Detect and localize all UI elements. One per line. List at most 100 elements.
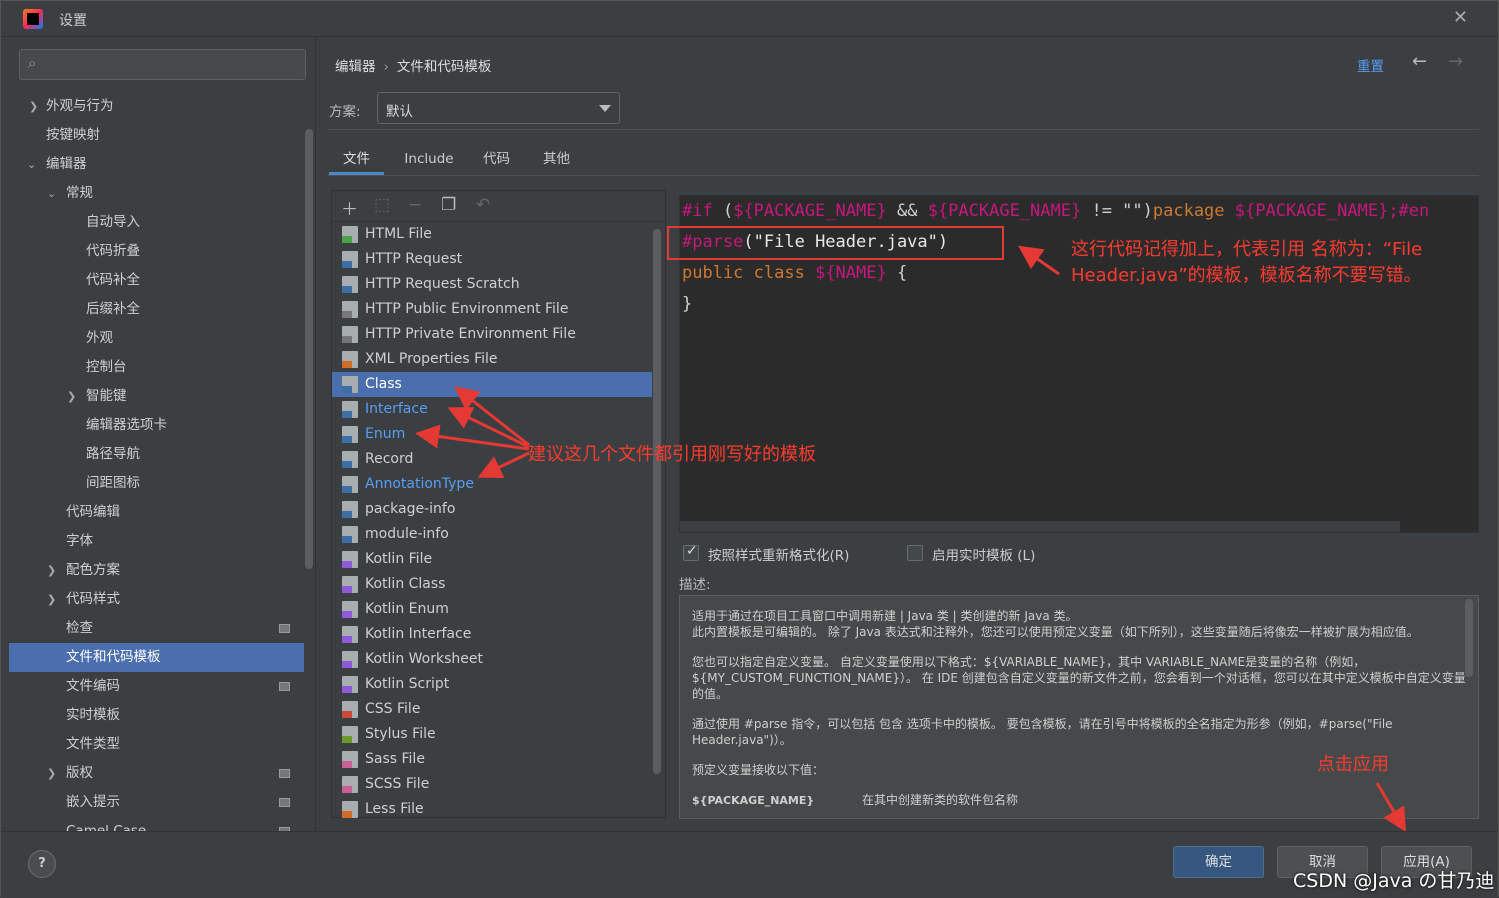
list-item[interactable]: SCSS File	[332, 772, 652, 797]
list-item[interactable]: CSS File	[332, 697, 652, 722]
tree-item-gutter-icons[interactable]: 间距图标	[9, 469, 304, 498]
tree-item-copyright[interactable]: ❯ 版权	[9, 759, 304, 788]
less-file-icon	[342, 801, 358, 818]
list-scrollbar[interactable]	[653, 229, 661, 774]
description-text: 此内置模板是可编辑的。 除了 Java 表达式和注释外，您还可以使用预定义变量（…	[692, 625, 1419, 639]
list-item[interactable]: Less File	[332, 797, 652, 822]
tree-item-editor[interactable]: ⌄ 编辑器	[9, 150, 304, 179]
list-item[interactable]: HTTP Private Environment File	[332, 322, 652, 347]
list-item-label: Enum	[365, 426, 406, 442]
tree-item-auto-import[interactable]: 自动导入	[9, 208, 304, 237]
tree-item-file-templates[interactable]: 文件和代码模板	[9, 643, 304, 672]
description-text: 您也可以指定自定义变量。 自定义变量使用以下格式：${VARIABLE_NAME…	[692, 655, 1466, 701]
live-templates-checkbox[interactable]	[907, 545, 923, 561]
scheme-select[interactable]: 默认	[377, 92, 620, 124]
template-list: HTML File HTTP Request HTTP Request Scra…	[332, 222, 652, 822]
list-item[interactable]: Interface	[332, 397, 652, 422]
list-item[interactable]: HTTP Public Environment File	[332, 297, 652, 322]
tree-item-general[interactable]: ⌄ 常规	[9, 179, 304, 208]
code-line-4: }	[682, 294, 693, 314]
description-scrollbar[interactable]	[1465, 599, 1473, 677]
remove-icon[interactable]: −	[408, 195, 422, 215]
list-item[interactable]: HTML File	[332, 222, 652, 247]
tab-files[interactable]: 文件	[329, 145, 384, 175]
editor-horizontal-scrollbar[interactable]	[680, 521, 1400, 532]
help-icon[interactable]: ?	[28, 850, 56, 878]
description-text: 通过使用 #parse 指令，可以包括 包含 选项卡中的模板。 要包含模板，请在…	[692, 717, 1393, 747]
create-child-icon[interactable]: ⬚	[374, 195, 390, 215]
project-scope-icon	[279, 682, 290, 691]
list-item-label: module-info	[365, 526, 449, 542]
tree-item-code-completion[interactable]: 代码补全	[9, 266, 304, 295]
tree-item-appearance[interactable]: ❯ 外观与行为	[9, 92, 304, 121]
list-item[interactable]: AnnotationType	[332, 472, 652, 497]
api-file-icon	[342, 251, 358, 268]
tree-item-code-editing[interactable]: 代码编辑	[9, 498, 304, 527]
list-item-label: Interface	[365, 401, 428, 417]
forward-arrow-icon[interactable]: →	[1448, 51, 1463, 72]
list-item[interactable]: Kotlin Interface	[332, 622, 652, 647]
list-item[interactable]: Class	[332, 372, 652, 397]
tree-item-code-folding[interactable]: 代码折叠	[9, 237, 304, 266]
tree-item-font[interactable]: 字体	[9, 527, 304, 556]
tree-item-breadcrumbs[interactable]: 路径导航	[9, 440, 304, 469]
tree-item-console[interactable]: 控制台	[9, 353, 304, 382]
copy-icon[interactable]: ❐	[441, 195, 456, 215]
tab-code[interactable]: 代码	[474, 145, 519, 175]
kotlin-file-icon	[342, 626, 358, 643]
list-item[interactable]: XML Properties File	[332, 347, 652, 372]
main-content: 编辑器 › 文件和代码模板 重置 ← → 方案: 默认 文件 Include 代码 …	[317, 37, 1499, 831]
close-icon[interactable]: ✕	[1453, 7, 1468, 28]
annotation-apply-note: 点击应用	[1317, 754, 1389, 775]
tree-item-postfix[interactable]: 后缀补全	[9, 295, 304, 324]
kotlin-file-icon	[342, 676, 358, 693]
reset-link[interactable]: 重置	[1357, 55, 1384, 75]
list-item[interactable]: HTTP Request Scratch	[332, 272, 652, 297]
tree-item-inspections[interactable]: 检查	[9, 614, 304, 643]
list-item[interactable]: Kotlin Script	[332, 672, 652, 697]
tree-item-label: 字体	[66, 533, 93, 549]
tree-item-editor-tabs[interactable]: 编辑器选项卡	[9, 411, 304, 440]
list-item[interactable]: Kotlin Enum	[332, 597, 652, 622]
search-icon: ⌕	[28, 54, 37, 72]
tab-include[interactable]: Include	[399, 145, 459, 175]
chevron-right-icon: ❯	[47, 564, 57, 577]
search-input[interactable]: ⌕	[19, 49, 306, 80]
tree-item-smart-keys[interactable]: ❯ 智能键	[9, 382, 304, 411]
ok-button[interactable]: 确定	[1173, 846, 1264, 878]
list-item[interactable]: HTTP Request	[332, 247, 652, 272]
template-list-panel: ＋ ⬚ − ❐ ↶ HTML File HTTP Request HTTP Re…	[331, 190, 666, 818]
tree-item-live-templates[interactable]: 实时模板	[9, 701, 304, 730]
tab-other[interactable]: 其他	[534, 145, 579, 175]
chevron-right-icon: ❯	[29, 100, 39, 113]
list-item[interactable]: Sass File	[332, 747, 652, 772]
tree-item-label: 路径导航	[86, 446, 140, 462]
reformat-checkbox[interactable]	[683, 543, 699, 561]
reset-icon[interactable]: ↶	[476, 195, 490, 215]
sidebar-scrollbar[interactable]	[305, 129, 313, 569]
tree-item-label: 外观	[86, 330, 113, 346]
tree-item-label: 代码样式	[66, 591, 120, 607]
back-arrow-icon[interactable]: ←	[1412, 51, 1427, 72]
tree-item-label: 文件和代码模板	[66, 649, 161, 665]
list-item-label: Class	[365, 376, 402, 392]
tree-item-inlay-hints[interactable]: 嵌入提示	[9, 788, 304, 817]
tree-item-appearance-editor[interactable]: 外观	[9, 324, 304, 353]
tree-item-file-types[interactable]: 文件类型	[9, 730, 304, 759]
list-item[interactable]: Stylus File	[332, 722, 652, 747]
list-toolbar: ＋ ⬚ − ❐ ↶	[332, 191, 665, 222]
list-item[interactable]: Kotlin Worksheet	[332, 647, 652, 672]
tree-item-keymap[interactable]: 按键映射	[9, 121, 304, 150]
tree-item-code-style[interactable]: ❯ 代码样式	[9, 585, 304, 614]
list-item-label: AnnotationType	[365, 476, 474, 492]
list-item[interactable]: module-info	[332, 522, 652, 547]
list-item[interactable]: Kotlin File	[332, 547, 652, 572]
list-item[interactable]: Kotlin Class	[332, 572, 652, 597]
tree-item-color-scheme[interactable]: ❯ 配色方案	[9, 556, 304, 585]
list-item[interactable]: package-info	[332, 497, 652, 522]
tree-item-camel-case[interactable]: Camel Case	[9, 817, 304, 831]
tree-item-label: 文件类型	[66, 736, 120, 752]
add-icon[interactable]: ＋	[341, 195, 358, 220]
list-item-label: Sass File	[365, 751, 425, 767]
tree-item-file-encodings[interactable]: 文件编码	[9, 672, 304, 701]
